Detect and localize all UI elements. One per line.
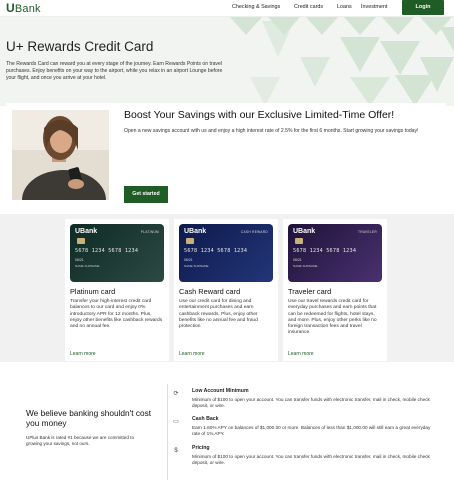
- promo-description: Open a new savings account with us and e…: [124, 128, 419, 134]
- credit-card-image: UBank PLATINUM 5678 1234 5678 1234 06/21…: [70, 224, 164, 282]
- card-number: 5678 1234 5678 1234: [75, 248, 139, 254]
- card-title: Traveler card: [288, 287, 332, 296]
- hero-title: U+ Rewards Credit Card: [6, 39, 154, 54]
- card-tile-traveler: UBank TRAVELER 5678 1234 5678 1234 06/21…: [283, 219, 387, 361]
- card-tile-cash-reward: UBank CASH REWARD 5678 1234 5678 1234 06…: [174, 219, 278, 361]
- card-holder: NAME SURNAME: [184, 264, 209, 268]
- feature-description: Minimum of $100 to open your account. Yo…: [192, 454, 430, 466]
- card-logo: UBank: [293, 228, 316, 235]
- card-tier: PLATINUM: [140, 230, 159, 234]
- card-title: Platinum card: [70, 287, 116, 296]
- nav-link-investment[interactable]: Investment: [361, 4, 387, 10]
- card-description: Use our credit card for dining and enter…: [179, 299, 258, 330]
- card-holder: NAME SURNAME: [293, 264, 318, 268]
- credit-card-image: UBank CASH REWARD 5678 1234 5678 1234 06…: [179, 224, 273, 282]
- card-expiry: 06/21: [184, 258, 193, 262]
- feature-title: Pricing: [192, 445, 210, 451]
- card-tile-platinum: UBank PLATINUM 5678 1234 5678 1234 06/21…: [65, 219, 169, 361]
- card-tier: CASH REWARD: [240, 230, 268, 234]
- credit-card-image: UBank TRAVELER 5678 1234 5678 1234 06/21…: [288, 224, 382, 282]
- chip-icon: [77, 238, 85, 244]
- chip-icon: [186, 238, 194, 244]
- banking-headline: We believe banking shouldn't cost you mo…: [26, 408, 152, 428]
- refresh-icon: ⟳: [173, 391, 179, 397]
- card-number: 5678 1234 5678 1234: [184, 248, 248, 254]
- card-title: Cash Reward card: [179, 287, 241, 296]
- login-button[interactable]: Login: [402, 0, 444, 15]
- card-description: Use our travel rewards credit card for e…: [288, 299, 377, 336]
- get-started-button[interactable]: Get started: [124, 186, 168, 203]
- hero-banner: U+ Rewards Credit Card The Rewards Card …: [0, 17, 454, 106]
- nav-link-credit-cards[interactable]: Credit cards: [294, 4, 323, 10]
- card-number: 5678 1234 5678 1234: [293, 248, 357, 254]
- chip-icon: [295, 238, 303, 244]
- card-logo: UBank: [75, 228, 98, 235]
- promo-title: Boost Your Savings with our Exclusive Li…: [124, 109, 395, 121]
- nav-link-checking-savings[interactable]: Checking & Savings: [232, 4, 280, 10]
- banking-description: UPlus Bank is rated #1 because we are co…: [26, 435, 135, 447]
- learn-more-link[interactable]: Learn more: [288, 351, 314, 357]
- card-expiry: 06/21: [75, 258, 84, 262]
- card-description: Transfer your high-interest credit card …: [70, 299, 163, 330]
- dollar-icon: $: [174, 448, 178, 454]
- top-navbar: UBank Checking & Savings Credit cards Lo…: [0, 0, 454, 17]
- vertical-divider: [167, 384, 168, 480]
- feature-description: Earn 1.60% APY on balances of $1,000.00 …: [192, 425, 431, 437]
- feature-description: Minimum of $100 to open your account. Yo…: [192, 397, 430, 409]
- learn-more-link[interactable]: Learn more: [179, 351, 205, 357]
- card-logo: UBank: [184, 228, 207, 235]
- wallet-icon: ▭: [173, 419, 179, 425]
- feature-title: Low Account Minimum: [192, 388, 249, 394]
- nav-link-loans[interactable]: Loans: [337, 4, 352, 10]
- feature-title: Cash Back: [192, 416, 219, 422]
- card-tier: TRAVELER: [358, 230, 377, 234]
- ubank-logo[interactable]: UBank: [6, 1, 41, 15]
- card-holder: NAME SURNAME: [75, 264, 100, 268]
- hero-description: The Rewards Card can reward you at every…: [6, 61, 223, 81]
- promo-panel: Boost Your Savings with our Exclusive Li…: [6, 103, 446, 207]
- woman-with-phone-photo: [12, 110, 109, 200]
- card-expiry: 06/21: [293, 258, 302, 262]
- learn-more-link[interactable]: Learn more: [70, 351, 96, 357]
